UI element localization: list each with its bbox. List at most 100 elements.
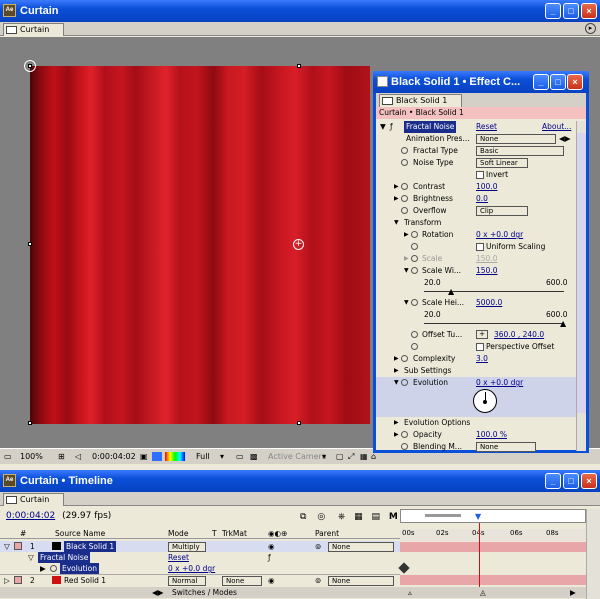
motion-blur-icon[interactable]: ▤ bbox=[372, 512, 381, 522]
frame-blend-icon[interactable]: ▦ bbox=[354, 512, 363, 522]
twirl-icon[interactable]: ▶ bbox=[404, 229, 410, 241]
zoom-in-icon[interactable]: ▶ bbox=[570, 587, 576, 598]
opacity-value[interactable]: 100.0 % bbox=[476, 429, 507, 441]
scale-width-value[interactable]: 150.0 bbox=[476, 265, 497, 277]
layer-anchor-icon[interactable]: + bbox=[293, 239, 304, 250]
twirl-icon[interactable]: ▶ bbox=[394, 193, 400, 205]
animation-presets-dropdown[interactable]: None bbox=[476, 134, 556, 144]
twirl-icon[interactable]: ▶ bbox=[394, 429, 400, 441]
layer-name[interactable]: Black Solid 1 bbox=[64, 541, 117, 552]
maximize-button[interactable]: □ bbox=[563, 3, 579, 19]
stopwatch-icon[interactable] bbox=[401, 379, 408, 386]
layer-row-2[interactable]: ▷ 2 Red Solid 1 Normal None ◉ ⊚ None bbox=[0, 574, 400, 586]
effect-panel-titlebar[interactable]: Black Solid 1 • Effect C... _ □ × bbox=[373, 71, 589, 93]
effect-name[interactable]: Fractal Noise bbox=[404, 121, 457, 133]
parent-pickwhip-icon[interactable]: ⊚ bbox=[315, 575, 321, 586]
scale-height-slider[interactable] bbox=[424, 323, 564, 324]
perspective-offset-checkbox[interactable] bbox=[476, 343, 484, 351]
view-layout-icon[interactable]: ▢ bbox=[336, 452, 344, 461]
twirl-icon[interactable]: ▶ bbox=[394, 417, 400, 429]
stopwatch-icon[interactable] bbox=[411, 243, 418, 250]
zoom-out-icon[interactable]: ▵ bbox=[408, 587, 412, 598]
fx-icon[interactable]: ƒ bbox=[268, 552, 271, 563]
minimize-button[interactable]: _ bbox=[545, 3, 561, 19]
timeline-minimize-button[interactable]: _ bbox=[545, 473, 561, 489]
color-channel-icon[interactable] bbox=[165, 452, 185, 461]
stopwatch-icon[interactable] bbox=[50, 565, 57, 572]
layer-trkmat-dropdown[interactable]: None bbox=[222, 576, 262, 586]
effect-twirl-icon[interactable]: ▼ bbox=[380, 121, 386, 133]
effect-tab[interactable]: Black Solid 1 bbox=[379, 94, 463, 107]
navigator-thumb-icon[interactable]: ▼ bbox=[475, 512, 481, 521]
camera-arrow-icon[interactable]: ▾ bbox=[322, 452, 326, 461]
noise-type-dropdown[interactable]: Soft Linear bbox=[476, 158, 528, 168]
panel-close-button[interactable]: × bbox=[567, 74, 583, 90]
comp-tab[interactable]: Curtain bbox=[3, 23, 65, 36]
scale-height-slider-thumb[interactable]: ▲ bbox=[560, 319, 566, 328]
col-parent[interactable]: Parent bbox=[315, 528, 339, 539]
zoom-slider-icon[interactable]: ◬ bbox=[480, 587, 486, 598]
complexity-value[interactable]: 3.0 bbox=[476, 353, 488, 365]
timeline-tab[interactable]: Curtain bbox=[3, 493, 65, 506]
roi-icon[interactable]: ▭ bbox=[236, 452, 244, 461]
layer-parent-dropdown[interactable]: None bbox=[328, 542, 394, 552]
stopwatch-icon[interactable] bbox=[411, 331, 418, 338]
evolution-property-value[interactable]: 0 x +0.0 dgr bbox=[168, 563, 215, 574]
work-area-bar[interactable] bbox=[425, 514, 461, 517]
mask-icon[interactable]: ◁ bbox=[75, 452, 81, 461]
uniform-scaling-checkbox[interactable] bbox=[476, 243, 484, 251]
effect-panel-scrollbar[interactable] bbox=[576, 121, 586, 451]
effect-about-link[interactable]: About... bbox=[542, 121, 571, 133]
resolution-arrow-icon[interactable]: ▾ bbox=[220, 452, 224, 461]
stopwatch-icon[interactable] bbox=[411, 299, 418, 306]
scrollbar-thumb[interactable] bbox=[577, 133, 586, 413]
stopwatch-icon[interactable] bbox=[401, 355, 408, 362]
draft-3d-icon[interactable]: ◎ bbox=[317, 512, 325, 522]
stopwatch-icon[interactable] bbox=[401, 147, 408, 154]
layer-name[interactable]: Red Solid 1 bbox=[64, 575, 106, 586]
stopwatch-icon[interactable] bbox=[411, 267, 418, 274]
composition-canvas[interactable] bbox=[30, 66, 370, 424]
brightness-value[interactable]: 0.0 bbox=[476, 193, 488, 205]
fractal-type-dropdown[interactable]: Basic bbox=[476, 146, 564, 156]
stopwatch-icon[interactable] bbox=[401, 159, 408, 166]
flowchart-icon[interactable]: ⌂ bbox=[371, 452, 376, 461]
channel-icon[interactable] bbox=[152, 452, 162, 461]
crosshair-icon[interactable]: + bbox=[476, 330, 488, 339]
twirl-open-icon[interactable]: ▼ bbox=[404, 265, 410, 277]
stopwatch-icon[interactable] bbox=[411, 343, 418, 350]
col-source-name[interactable]: Source Name bbox=[55, 528, 105, 539]
col-mode[interactable]: Mode bbox=[168, 528, 188, 539]
label-color-swatch[interactable] bbox=[14, 576, 22, 584]
twirl-open-icon[interactable]: ▼ bbox=[404, 297, 410, 309]
close-button[interactable]: × bbox=[581, 3, 597, 19]
twirl-open-icon[interactable]: ▼ bbox=[394, 377, 400, 389]
preset-nav-icon[interactable]: ◀▶ bbox=[559, 133, 571, 145]
brainstorm-icon[interactable]: M bbox=[389, 512, 398, 522]
timeline-close-button[interactable]: × bbox=[581, 473, 597, 489]
comp-window-titlebar[interactable]: Ae Curtain _ □ × bbox=[0, 0, 600, 22]
pixel-aspect-icon[interactable]: ⤢ bbox=[348, 452, 354, 462]
effect-reset-link[interactable]: Reset bbox=[168, 552, 189, 563]
time-navigator[interactable]: ▼ bbox=[400, 509, 586, 523]
twirl-open-icon[interactable]: ▽ bbox=[28, 552, 34, 563]
camera-dropdown[interactable]: Active Camera bbox=[268, 452, 327, 461]
layer-handle[interactable] bbox=[28, 421, 32, 425]
zoom-dropdown[interactable]: 100% bbox=[20, 452, 43, 461]
switches-modes-toggle[interactable]: Switches / Modes bbox=[172, 587, 237, 598]
evolution-value[interactable]: 0 x +0.0 dgr bbox=[476, 377, 523, 389]
evolution-property-label[interactable]: Evolution bbox=[60, 563, 99, 574]
time-ruler[interactable]: 00s 02s 04s 06s 08s bbox=[400, 529, 586, 541]
comp-flow-icon[interactable]: ⧉ bbox=[300, 512, 306, 522]
twirl-icon[interactable]: ▶ bbox=[394, 181, 400, 193]
twirl-open-icon[interactable]: ▼ bbox=[394, 217, 400, 229]
offset-turbulence-value[interactable]: 360.0 , 240.0 bbox=[494, 329, 544, 341]
overflow-dropdown[interactable]: Clip bbox=[476, 206, 528, 216]
toggle-switches-icon[interactable]: ◀▶ bbox=[152, 587, 164, 598]
timeline-scrollbar[interactable] bbox=[586, 509, 600, 599]
layer-handle[interactable] bbox=[297, 64, 301, 68]
layer-mode-dropdown[interactable]: Normal bbox=[168, 576, 206, 586]
current-time-indicator[interactable] bbox=[479, 523, 480, 587]
layer-duration-bar[interactable] bbox=[400, 542, 586, 552]
stopwatch-icon[interactable] bbox=[401, 443, 408, 450]
